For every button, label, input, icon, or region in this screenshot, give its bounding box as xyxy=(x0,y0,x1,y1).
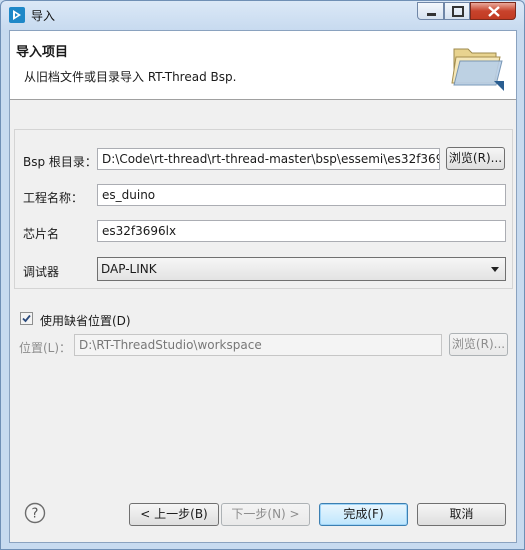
debugger-selected-value: DAP-LINK xyxy=(101,262,157,276)
cancel-button[interactable]: 取消 xyxy=(417,503,506,526)
help-icon[interactable]: ? xyxy=(24,502,46,524)
page-description: 从旧档文件或目录导入 RT-Thread Bsp. xyxy=(24,70,237,84)
finish-button[interactable]: 完成(F) xyxy=(319,503,408,526)
maximize-icon xyxy=(452,6,464,17)
close-icon xyxy=(488,6,500,17)
svg-text:?: ? xyxy=(32,507,39,522)
import-dialog-window: 导入 导入项目 从旧档文件或目录导入 RT-Thread Bsp. Bsp 根目… xyxy=(0,0,525,550)
back-button[interactable]: < 上一步(B) xyxy=(129,503,219,526)
chip-name-input[interactable]: es32f3696lx xyxy=(97,220,506,242)
bsp-browse-button[interactable]: 浏览(R)... xyxy=(446,147,505,170)
maximize-button[interactable] xyxy=(444,2,470,20)
chevron-down-icon xyxy=(491,267,499,272)
bsp-dir-input[interactable]: D:\Code\rt-thread\rt-thread-master\bsp\e… xyxy=(97,148,440,170)
next-button[interactable]: 下一步(N) > xyxy=(221,503,310,526)
window-title: 导入 xyxy=(31,9,56,23)
minimize-icon xyxy=(427,13,436,16)
debugger-label: 调试器 xyxy=(23,265,60,279)
location-browse-button: 浏览(R)... xyxy=(449,333,508,356)
project-name-input[interactable]: es_duino xyxy=(97,184,506,206)
chip-name-label: 芯片名 xyxy=(23,227,60,241)
checkmark-icon xyxy=(22,314,31,323)
wizard-header: 导入项目 从旧档文件或目录导入 RT-Thread Bsp. xyxy=(10,31,516,100)
use-default-location-label[interactable]: 使用缺省位置(D) xyxy=(40,312,131,329)
debugger-select[interactable]: DAP-LINK xyxy=(97,257,506,281)
dialog-body: 导入项目 从旧档文件或目录导入 RT-Thread Bsp. Bsp 根目录： … xyxy=(9,30,517,543)
app-icon xyxy=(9,7,25,23)
bsp-dir-label: Bsp 根目录： xyxy=(23,155,97,169)
close-button[interactable] xyxy=(470,2,516,20)
title-bar[interactable]: 导入 xyxy=(1,1,524,29)
project-name-label: 工程名称： xyxy=(23,191,84,205)
minimize-button[interactable] xyxy=(417,2,444,20)
use-default-location-checkbox[interactable] xyxy=(20,312,33,325)
location-input: D:\RT-ThreadStudio\workspace xyxy=(74,334,442,356)
folder-icon xyxy=(451,48,504,91)
location-label: 位置(L)： xyxy=(19,341,72,355)
page-title: 导入项目 xyxy=(16,45,69,60)
